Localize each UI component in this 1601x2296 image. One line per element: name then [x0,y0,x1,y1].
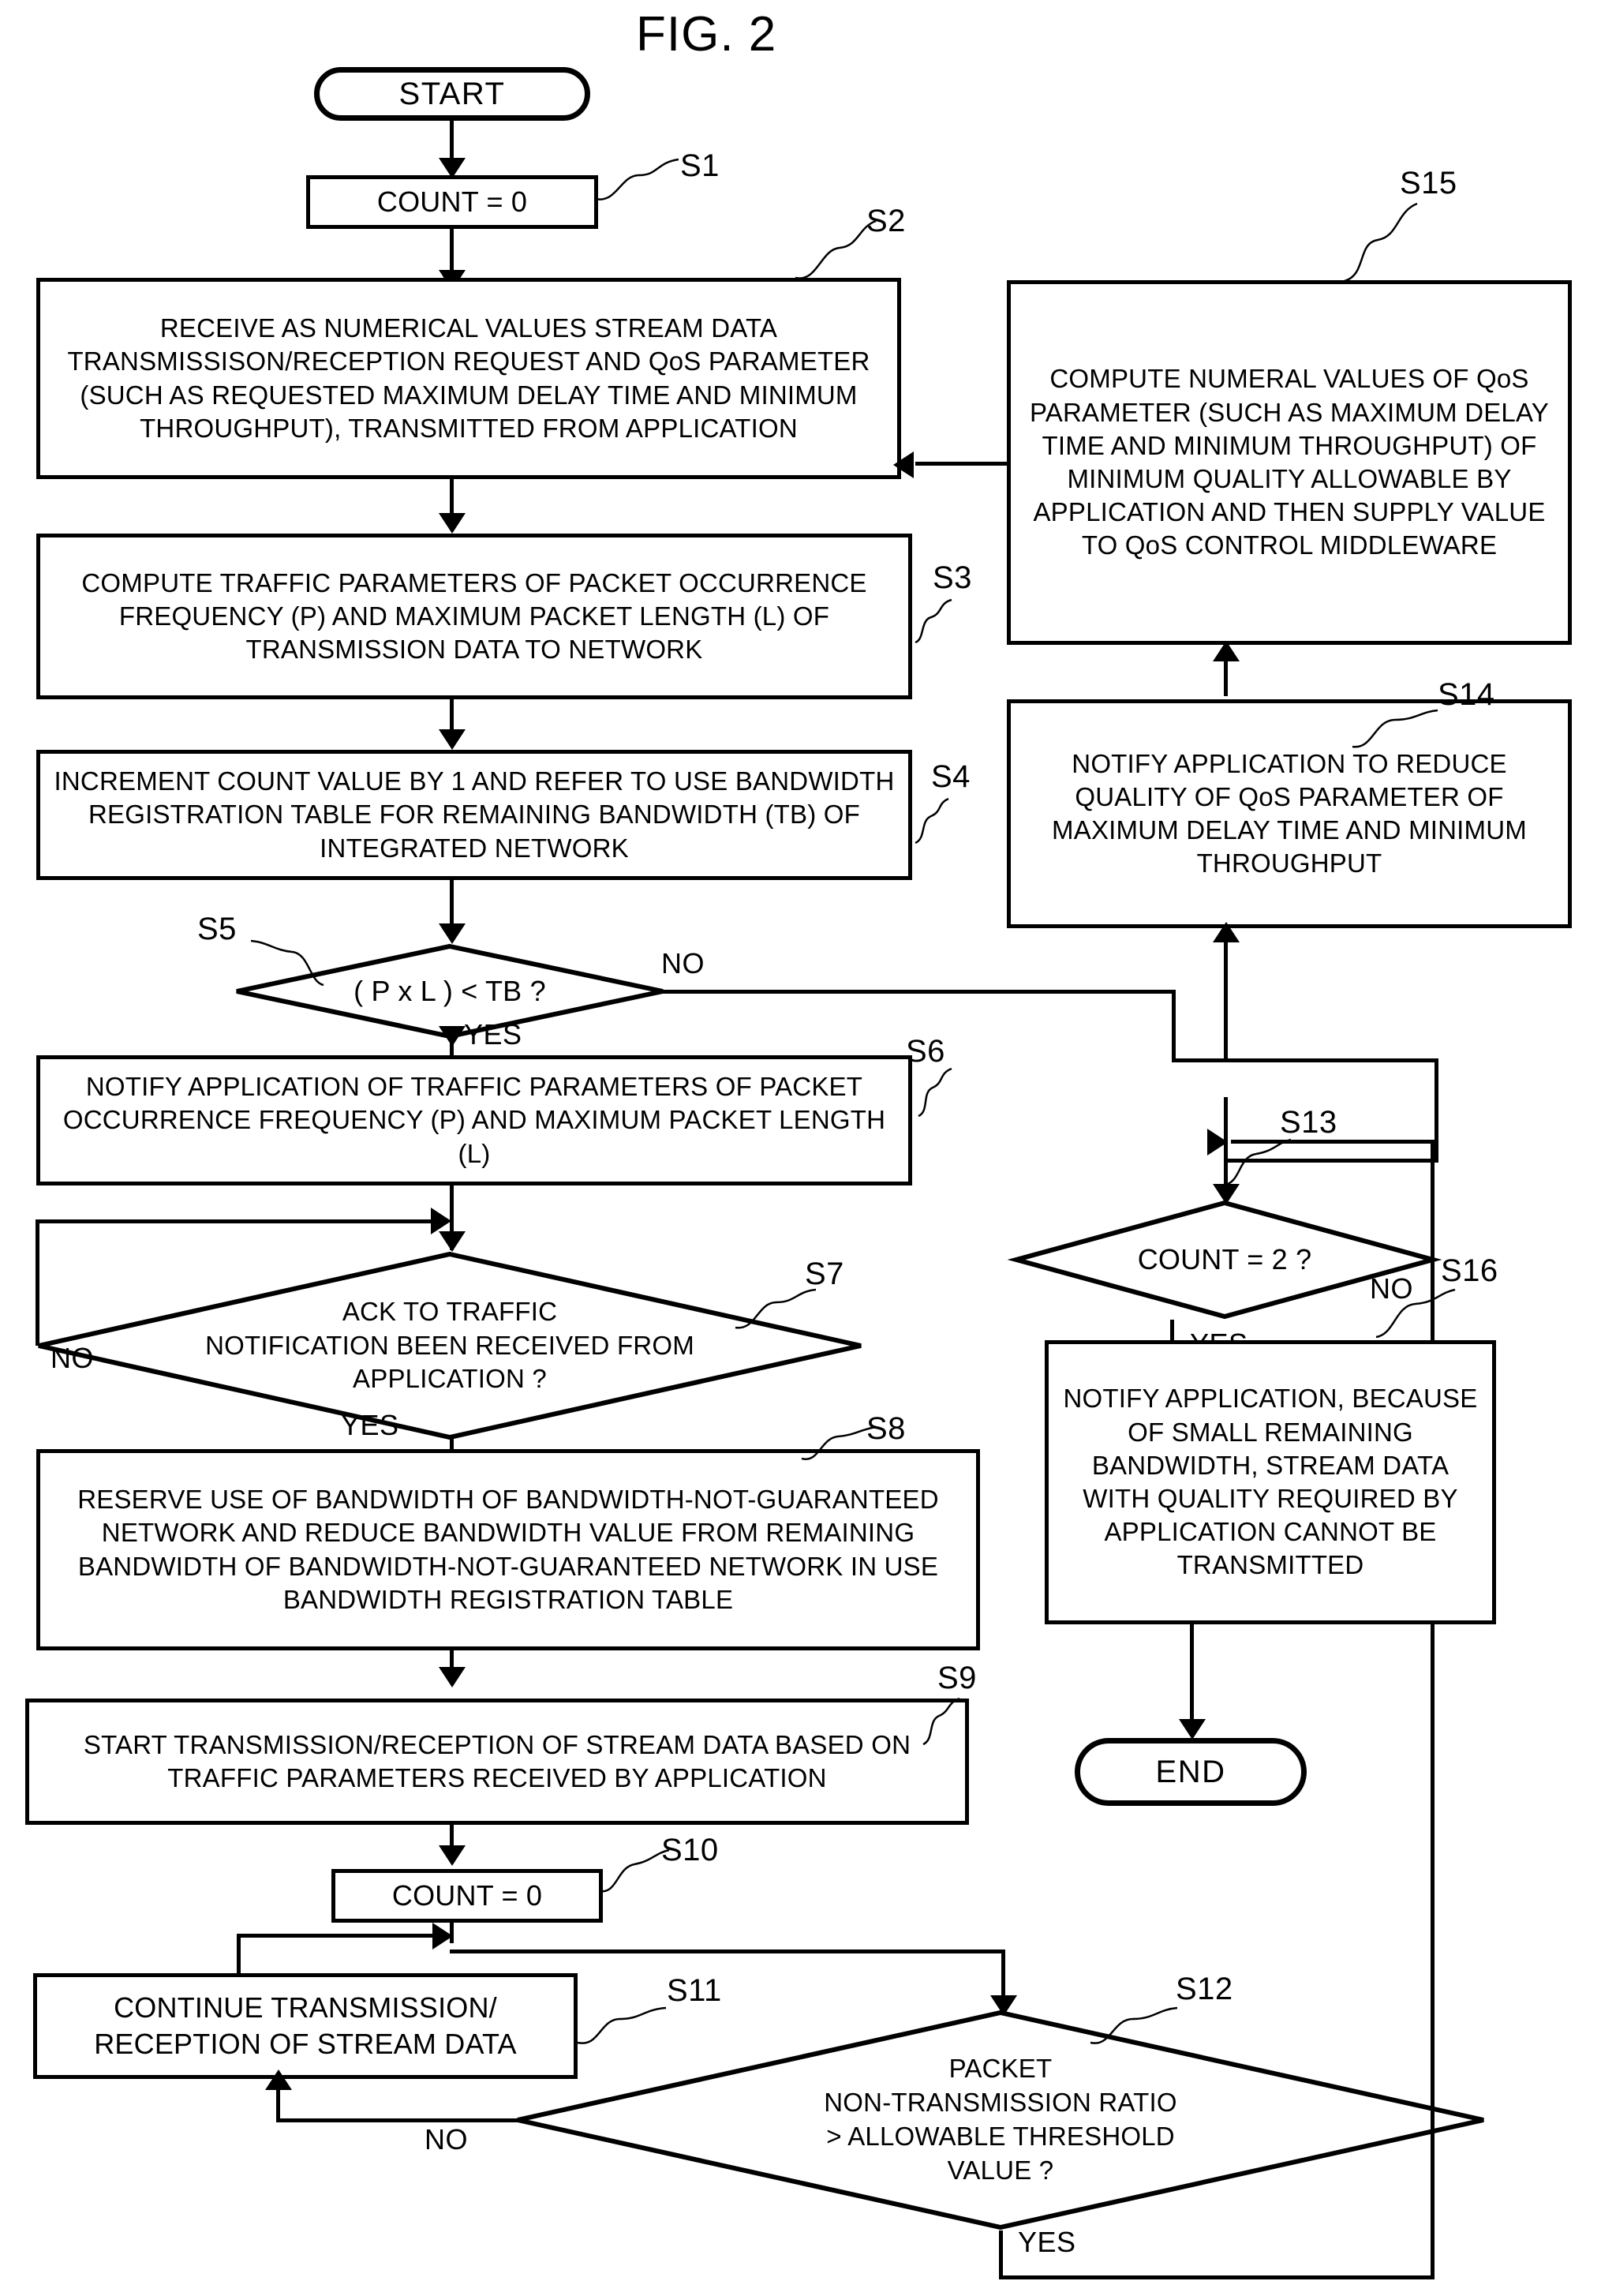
leader-line-s8 [801,1425,877,1460]
leader-line-s6 [918,1067,952,1118]
step-s10-box: COUNT = 0 [331,1869,603,1923]
decision-s7-label: ACK TO TRAFFIC NOTIFICATION BEEN RECEIVE… [205,1296,694,1394]
leader-line-s10 [599,1848,670,1893]
connector-s12-no-vertical [276,2090,280,2120]
connector-s11-loop-horizontal [237,1934,440,1938]
step-ref-s15: S15 [1400,166,1457,200]
arrowhead-down [439,1845,466,1866]
branch-label-s12-no: NO [425,2123,468,2156]
connector-to-s12-vertical [1001,1950,1005,2002]
connector-s12-no-horizontal [276,2118,522,2122]
branch-label-s5-no: NO [661,947,705,979]
step-ref-s5: S5 [197,912,237,946]
start-terminator: START [314,67,590,121]
branch-label-s7-no: NO [50,1342,94,1374]
step-ref-s14: S14 [1438,677,1495,712]
connector-s4-to-s5 [450,880,454,929]
step-s14-box: NOTIFY APPLICATION TO REDUCE QUALITY OF … [1007,699,1572,928]
step-ref-s13: S13 [1280,1105,1337,1140]
arrowhead-down [439,729,466,750]
step-s9-box: START TRANSMISSION/RECEPTION OF STREAM D… [25,1699,969,1825]
connector-s7-no-return-horizontal [36,1219,438,1223]
arrowhead-down [439,513,466,534]
decision-s7: ACK TO TRAFFIC NOTIFICATION BEEN RECEIVE… [36,1251,864,1440]
figure-title: FIG. 2 [636,7,777,62]
step-ref-s6: S6 [906,1034,945,1069]
decision-s12: PACKET NON-TRANSMISSION RATIO > ALLOWABL… [514,2009,1487,2230]
connector-s13-no-vertical [1435,1058,1438,1163]
step-s2-box: RECEIVE AS NUMERICAL VALUES STREAM DATA … [36,278,901,479]
step-ref-s16: S16 [1441,1253,1498,1288]
arrowhead-right [432,1923,453,1950]
step-s16-box: NOTIFY APPLICATION, BECAUSE OF SMALL REM… [1045,1340,1496,1624]
step-s1-box: COUNT = 0 [306,175,598,229]
leader-line-s9 [922,1697,960,1746]
branch-label-s12-yes: YES [1018,2226,1076,2258]
step-ref-s4: S4 [931,759,971,794]
arrowhead-down [439,923,466,944]
leader-line-s5 [250,939,324,987]
leader-line-s16 [1375,1288,1456,1339]
arrowhead-up [1213,641,1240,661]
connector-s5-no-join [1172,1058,1229,1062]
leader-line-s2 [795,219,877,279]
step-ref-s3: S3 [933,560,972,595]
step-s15-box: COMPUTE NUMERAL VALUES OF QoS PARAMETER … [1007,280,1572,645]
leader-line-s12 [1090,2006,1178,2044]
arrowhead-down [1179,1719,1206,1740]
step-ref-s12: S12 [1176,1972,1233,2006]
connector-s15-to-s2-horizontal [915,462,1008,466]
connector-s5-no-vertical [1172,990,1176,1062]
connector-s5-no-horizontal [663,990,1176,994]
leader-line-s7 [735,1288,817,1329]
step-s3-box: COMPUTE TRAFFIC PARAMETERS OF PACKET OCC… [36,534,912,699]
leader-line-s1 [594,158,679,200]
connector-s12-yes-horizontal [999,2275,1435,2279]
connector-start-to-s1 [450,121,454,163]
leader-line-s13 [1222,1138,1292,1187]
arrowhead-up [265,2069,292,2090]
step-s8-box: RESERVE USE OF BANDWIDTH OF BANDWIDTH-NO… [36,1449,980,1650]
connector-s1-to-s2 [450,229,454,275]
step-s4-box: INCREMENT COUNT VALUE BY 1 AND REFER TO … [36,750,912,880]
connector-s12-yes-down [999,2230,1003,2279]
step-ref-s9: S9 [937,1661,977,1695]
connector-to-s12-horizontal [450,1950,1005,1953]
connector-s13-no-horizontal-top [1224,1058,1438,1062]
leader-line-s4 [915,797,949,845]
connector-s11-loop-vertical [237,1934,241,1975]
end-terminator: END [1075,1738,1307,1806]
arrowhead-up [1213,922,1240,942]
step-s11-box: CONTINUE TRANSMISSION/ RECEPTION OF STRE… [33,1973,578,2079]
branch-label-s5-yes: YES [464,1018,522,1051]
step-ref-s11: S11 [667,1973,722,2008]
leader-line-s14 [1352,709,1438,748]
connector-s16-to-end [1190,1624,1194,1730]
leader-line-s15 [1344,202,1418,283]
flowchart-figure: FIG. 2 START COUNT = 0 S1 RECEIVE AS NUM… [0,0,1601,2296]
arrowhead-down [439,1667,466,1687]
connector-s13-no-up-into-s14 [1224,928,1228,1062]
arrowhead-left [893,451,914,478]
decision-s12-label: PACKET NON-TRANSMISSION RATIO > ALLOWABL… [824,2054,1177,2185]
arrowhead-right [431,1208,451,1234]
step-s6-box: NOTIFY APPLICATION OF TRAFFIC PARAMETERS… [36,1055,912,1185]
leader-line-s3 [915,598,952,644]
arrowhead-down [439,1026,466,1047]
branch-label-s7-yes: YES [341,1409,399,1441]
